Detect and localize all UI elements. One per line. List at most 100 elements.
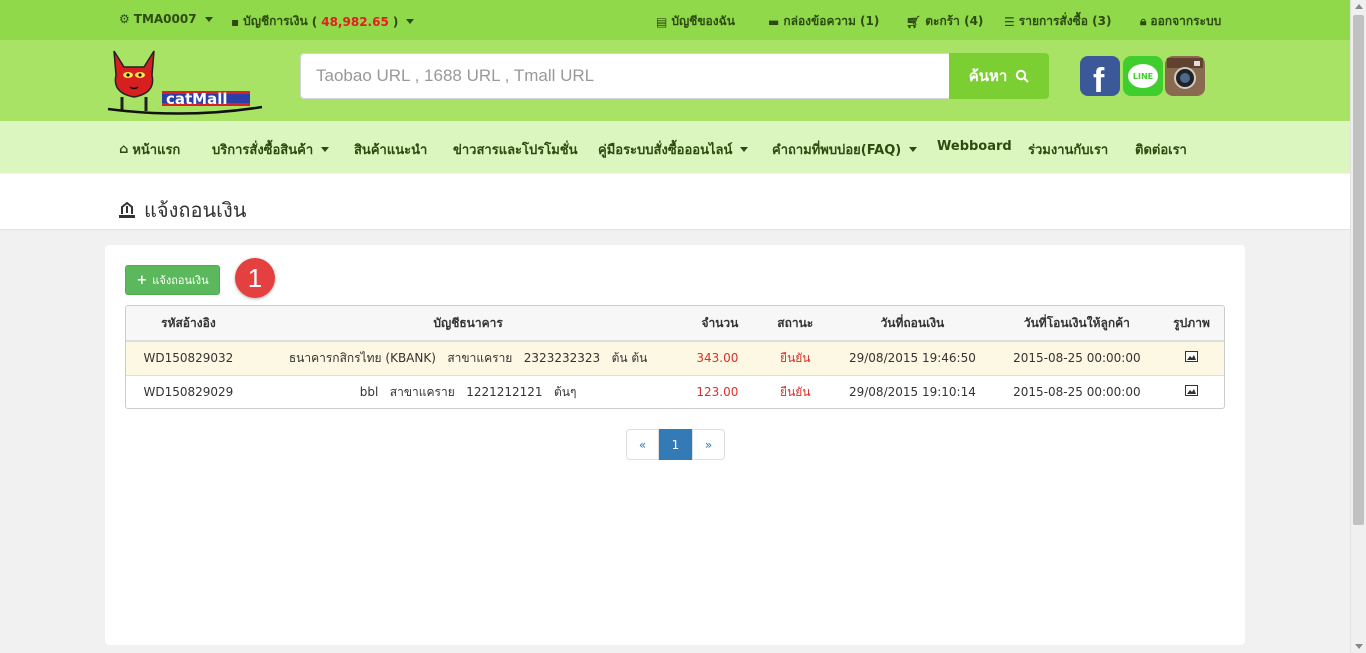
nav-manual-label: คู่มือระบบสั่งซื้อออนไลน์ bbox=[598, 143, 733, 158]
column-header-withdraw-date[interactable]: วันที่ถอนเงิน bbox=[830, 306, 995, 342]
nav-item-services[interactable]: บริการสั่งซื้อสินค้า bbox=[212, 139, 330, 160]
column-header-bank[interactable]: บัญชีธนาคาร bbox=[250, 306, 686, 342]
facebook-icon[interactable]: f bbox=[1080, 56, 1120, 100]
page-title-text: แจ้งถอนเงิน bbox=[144, 198, 247, 222]
cell-ref: WD150829032 bbox=[143, 351, 234, 366]
orders-label: รายการสั่งซื้อ (3) bbox=[1018, 14, 1112, 28]
orders-link[interactable]: ☰ รายการสั่งซื้อ (3) bbox=[1004, 12, 1111, 31]
cart-link[interactable]: 🛒︎ ตะกร้า (4) bbox=[906, 12, 983, 31]
cart-label: ตะกร้า (4) bbox=[925, 14, 984, 28]
main-nav: ⌂ หน้าแรก บริการสั่งซื้อสินค้า สินค้าแนะ… bbox=[0, 121, 1350, 173]
table-header-row: รหัสอ้างอิง บัญชีธนาคาร จำนวน สถานะ วันท… bbox=[126, 306, 1224, 342]
site-logo[interactable]: catMall bbox=[106, 45, 270, 117]
column-header-ref[interactable]: รหัสอ้างอิง bbox=[126, 306, 251, 342]
cell-withdraw-date: 29/08/2015 19:46:50 bbox=[848, 351, 976, 366]
search-icon bbox=[1016, 69, 1030, 83]
messages-label: กล่องข้อความ (1) bbox=[783, 14, 880, 28]
cell-status: ยืนยัน bbox=[780, 384, 811, 399]
nav-faq-label: คำถามที่พบบ่อย(FAQ) bbox=[772, 143, 902, 158]
line-icon[interactable]: LINE bbox=[1123, 56, 1163, 96]
user-menu[interactable]: ⚙ TMA0007 bbox=[119, 12, 213, 26]
withdraw-table: รหัสอ้างอิง บัญชีธนาคาร จำนวน สถานะ วันท… bbox=[125, 305, 1225, 409]
wallet-menu[interactable]: ▪ บัญชีการเงิน(48,982.65) bbox=[231, 12, 415, 31]
nav-contact-label: ติดต่อเรา bbox=[1135, 143, 1187, 158]
logout-link[interactable]: 🔒︎ ออกจากระบบ bbox=[1140, 12, 1221, 31]
instagram-icon[interactable] bbox=[1165, 56, 1205, 96]
cat-logo-icon: catMall bbox=[107, 50, 263, 115]
search-button[interactable]: ค้นหา bbox=[949, 53, 1049, 99]
nav-item-news[interactable]: ข่าวสารและโปรโมชั่น bbox=[453, 139, 578, 160]
my-account-link[interactable]: ▤ บัญชีของฉัน bbox=[656, 12, 735, 31]
nav-item-manual[interactable]: คู่มือระบบสั่งซื้อออนไลน์ bbox=[598, 139, 749, 160]
nav-item-partner[interactable]: ร่วมงานกับเรา bbox=[1028, 139, 1108, 160]
column-header-image[interactable]: รูปภาพ bbox=[1159, 306, 1224, 342]
chevron-down-icon bbox=[204, 16, 213, 22]
cell-transfer-date: 2015-08-25 00:00:00 bbox=[1013, 351, 1141, 366]
scroll-down-arrow-icon[interactable] bbox=[1355, 644, 1363, 649]
svg-text:f: f bbox=[1093, 62, 1105, 96]
list-icon: ☰ bbox=[1004, 14, 1015, 29]
chevron-down-icon bbox=[321, 147, 330, 152]
content-panel: + แจ้งถอนเงิน 1 รหัสอ้างอิง บัญชีธนาคาร … bbox=[105, 245, 1245, 645]
cell-bank: ธนาคารกสิกรไทย (KBANK) สาขาแคราย 2323232… bbox=[288, 350, 648, 365]
add-withdraw-label: แจ้งถอนเงิน bbox=[152, 274, 209, 287]
nav-webboard-label: Webboard bbox=[937, 139, 1012, 154]
messages-link[interactable]: ▬ กล่องข้อความ (1) bbox=[768, 12, 879, 31]
search-button-label: ค้นหา bbox=[968, 67, 1008, 85]
wallet-amount: 48,982.65 bbox=[321, 14, 389, 29]
nav-item-recommended[interactable]: สินค้าแนะนำ bbox=[354, 139, 427, 160]
list-icon: ▤ bbox=[656, 14, 668, 29]
gear-icon: ⚙ bbox=[119, 12, 130, 26]
lock-icon: 🔒︎ bbox=[1140, 14, 1147, 28]
nav-item-webboard[interactable]: Webboard bbox=[937, 139, 1012, 154]
cell-status: ยืนยัน bbox=[780, 350, 811, 365]
page-title-bar: แจ้งถอนเงิน bbox=[0, 174, 1350, 230]
vertical-scrollbar[interactable] bbox=[1350, 0, 1366, 653]
cell-image[interactable] bbox=[1159, 341, 1224, 375]
nav-news-label: ข่าวสารและโปรโมชั่น bbox=[453, 143, 578, 158]
pagination: « 1 » bbox=[626, 429, 725, 460]
cell-bank: bbl สาขาแคราย 1221212121 ต้นๆ bbox=[359, 384, 577, 399]
column-header-status[interactable]: สถานะ bbox=[760, 306, 831, 342]
comment-icon: ▬ bbox=[768, 14, 780, 29]
nav-home-label: หน้าแรก bbox=[132, 143, 181, 158]
cart-icon: 🛒︎ bbox=[906, 14, 922, 29]
nav-item-home[interactable]: ⌂ หน้าแรก bbox=[119, 139, 180, 160]
nav-item-faq[interactable]: คำถามที่พบบ่อย(FAQ) bbox=[772, 139, 918, 160]
user-id: TMA0007 bbox=[133, 12, 197, 26]
nav-services-label: บริการสั่งซื้อสินค้า bbox=[212, 143, 314, 158]
page-title: แจ้งถอนเงิน bbox=[118, 194, 246, 226]
pagination-page-1[interactable]: 1 bbox=[659, 429, 692, 460]
table-row[interactable]: WD150829032 ธนาคารกสิกรไทย (KBANK) สาขาแ… bbox=[126, 341, 1224, 375]
logo-text: catMall bbox=[166, 90, 228, 108]
withdraw-icon bbox=[119, 201, 135, 218]
picture-icon[interactable] bbox=[1185, 385, 1199, 397]
cell-amount: 343.00 bbox=[696, 351, 739, 366]
pagination-prev[interactable]: « bbox=[626, 429, 659, 460]
scroll-up-arrow-icon[interactable] bbox=[1355, 4, 1363, 9]
step-badge: 1 bbox=[235, 258, 275, 298]
top-bar: ⚙ TMA0007 ▪ บัญชีการเงิน(48,982.65) ▤ บั… bbox=[0, 0, 1350, 40]
cell-image[interactable] bbox=[1159, 375, 1224, 408]
wallet-icon: ▪ bbox=[231, 14, 240, 29]
nav-partner-label: ร่วมงานกับเรา bbox=[1028, 143, 1109, 158]
chevron-down-icon bbox=[740, 147, 749, 152]
cell-ref: WD150829029 bbox=[143, 385, 234, 400]
wallet-paren-open: ( bbox=[311, 14, 318, 29]
search-input[interactable]: Taobao URL , 1688 URL , Tmall URL bbox=[300, 53, 950, 99]
column-header-transfer-date[interactable]: วันที่โอนเงินให้ลูกค้า bbox=[994, 306, 1160, 342]
picture-icon[interactable] bbox=[1185, 351, 1199, 363]
table-row[interactable]: WD150829029 bbl สาขาแคราย 1221212121 ต้น… bbox=[126, 375, 1224, 408]
add-withdraw-button[interactable]: + แจ้งถอนเงิน bbox=[125, 265, 220, 295]
header: catMall Taobao URL , 1688 URL , Tmall UR… bbox=[0, 40, 1350, 121]
column-header-amount[interactable]: จำนวน bbox=[685, 306, 761, 342]
cell-transfer-date: 2015-08-25 00:00:00 bbox=[1013, 385, 1141, 400]
line-label: LINE bbox=[1128, 64, 1158, 88]
scrollbar-thumb[interactable] bbox=[1353, 15, 1364, 525]
chevron-down-icon bbox=[406, 19, 415, 24]
pagination-next[interactable]: » bbox=[692, 429, 725, 460]
plus-icon: + bbox=[136, 272, 148, 288]
nav-item-contact[interactable]: ติดต่อเรา bbox=[1135, 139, 1187, 160]
home-icon: ⌂ bbox=[119, 142, 129, 157]
nav-recommended-label: สินค้าแนะนำ bbox=[354, 143, 428, 158]
